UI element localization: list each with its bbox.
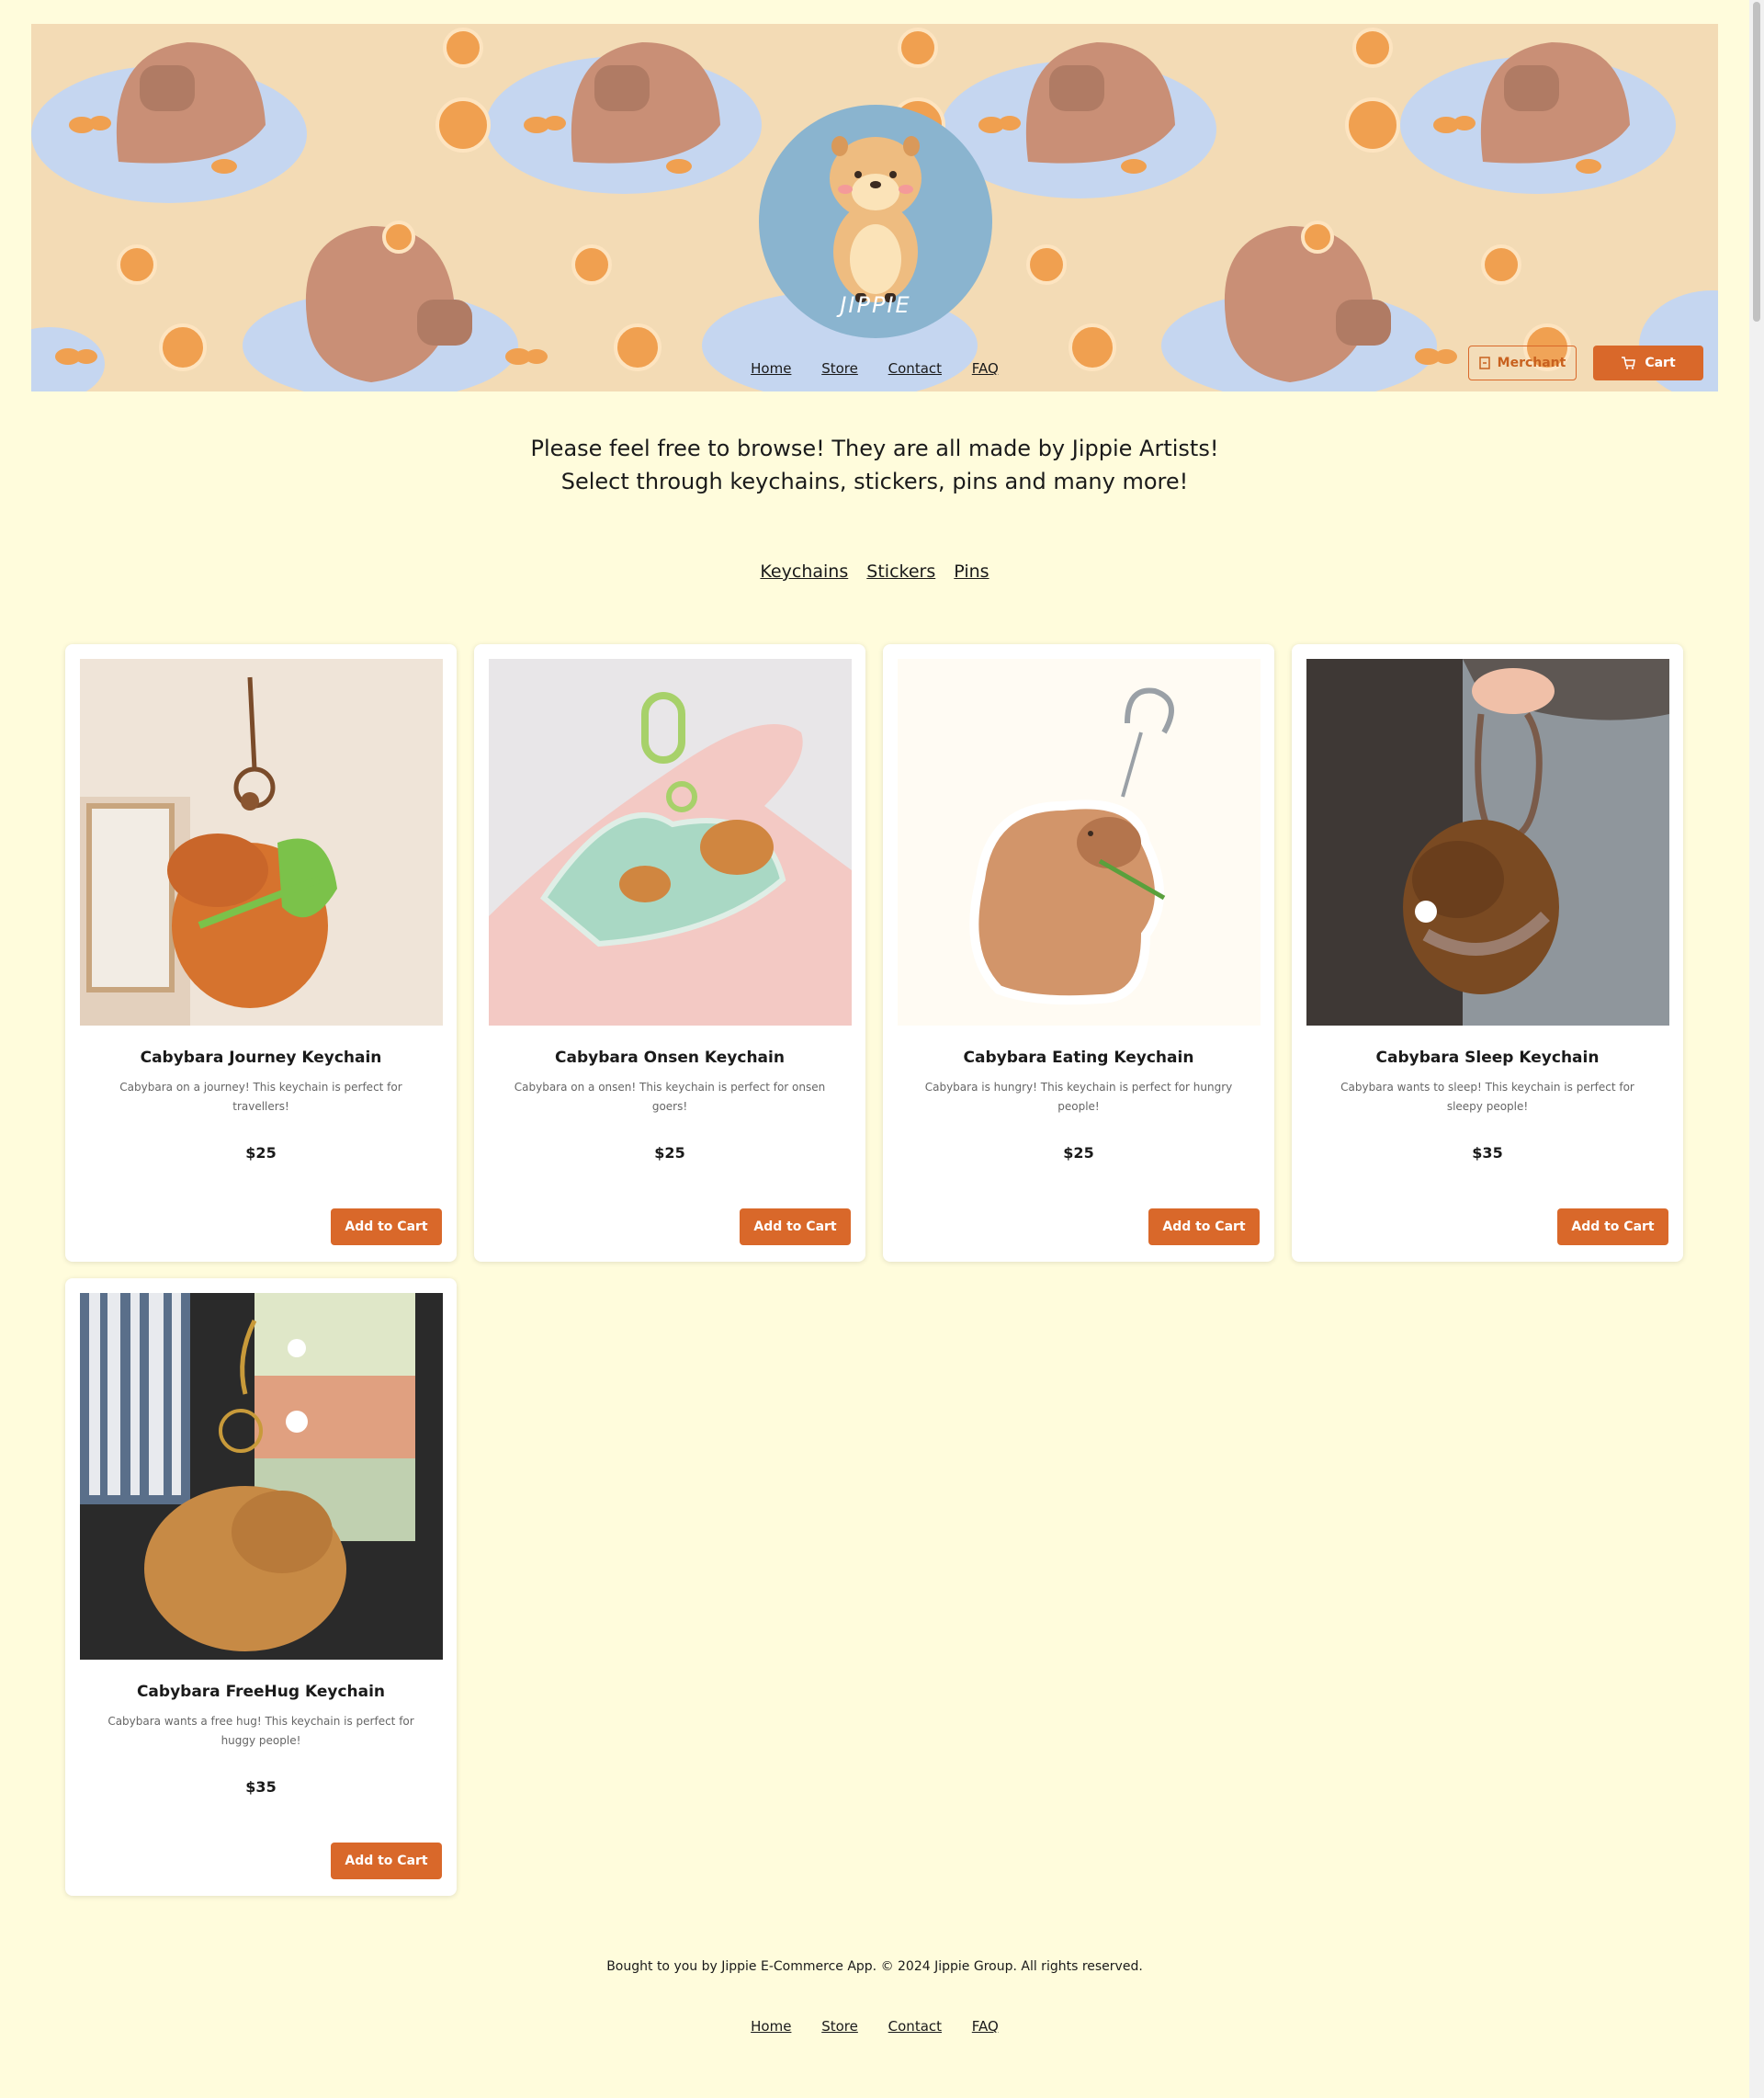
product-image[interactable] <box>80 1293 443 1660</box>
vertical-scrollbar[interactable] <box>1749 0 1764 2098</box>
add-to-cart-button[interactable]: Add to Cart <box>331 1843 442 1879</box>
add-to-cart-button[interactable]: Add to Cart <box>1148 1208 1260 1245</box>
category-nav: Keychains Stickers Pins <box>0 561 1749 582</box>
nav-home[interactable]: Home <box>751 360 791 377</box>
product-description: Cabybara wants a free hug! This keychain… <box>107 1715 414 1747</box>
product-card: Cabybara Eating Keychain Cabybara is hun… <box>883 644 1274 1262</box>
footer-contact[interactable]: Contact <box>888 2018 942 2035</box>
cart-label: Cart <box>1645 356 1676 370</box>
header-nav: Home Store Contact FAQ <box>31 360 1718 377</box>
logo-text: JIPPIE <box>840 292 911 318</box>
scrollbar-thumb[interactable] <box>1753 2 1760 322</box>
product-description: Cabybara wants to sleep! This keychain i… <box>1340 1081 1634 1113</box>
add-to-cart-button[interactable]: Add to Cart <box>740 1208 851 1245</box>
footer-nav: Home Store Contact FAQ <box>0 2018 1749 2035</box>
product-description: Cabybara on a onsen! This keychain is pe… <box>514 1081 826 1113</box>
cart-icon <box>1622 357 1636 369</box>
jippie-logo[interactable]: JIPPIE <box>759 105 992 338</box>
product-price: $35 <box>1472 1144 1503 1162</box>
nav-store[interactable]: Store <box>821 360 858 377</box>
footer-home[interactable]: Home <box>751 2018 791 2035</box>
product-name: Cabybara Journey Keychain <box>140 1049 382 1067</box>
page: JIPPIE Home Store Contact FAQ Merchant C… <box>0 0 1749 2098</box>
product-name: Cabybara Sleep Keychain <box>1375 1049 1600 1067</box>
door-icon <box>1478 357 1490 369</box>
cart-button[interactable]: Cart <box>1593 346 1703 380</box>
intro-line-2: Select through keychains, stickers, pins… <box>560 469 1189 494</box>
category-stickers[interactable]: Stickers <box>866 561 935 582</box>
product-description: Cabybara on a journey! This keychain is … <box>119 1081 402 1113</box>
footer-copyright: Bought to you by Jippie E-Commerce App. … <box>606 1959 1143 1974</box>
product-card: Cabybara FreeHug Keychain Cabybara wants… <box>65 1278 457 1896</box>
footer-faq[interactable]: FAQ <box>972 2018 999 2035</box>
product-name: Cabybara Onsen Keychain <box>555 1049 785 1067</box>
nav-contact[interactable]: Contact <box>888 360 942 377</box>
product-name: Cabybara Eating Keychain <box>963 1049 1194 1067</box>
product-description: Cabybara is hungry! This keychain is per… <box>924 1081 1233 1113</box>
product-card: Cabybara Sleep Keychain Cabybara wants t… <box>1292 644 1683 1262</box>
merchant-label: Merchant <box>1497 356 1566 370</box>
merchant-button[interactable]: Merchant <box>1468 346 1577 380</box>
add-to-cart-button[interactable]: Add to Cart <box>1557 1208 1668 1245</box>
product-card: Cabybara Onsen Keychain Cabybara on a on… <box>474 644 865 1262</box>
nav-faq[interactable]: FAQ <box>972 360 999 377</box>
product-price: $35 <box>245 1778 277 1796</box>
category-pins[interactable]: Pins <box>954 561 989 582</box>
product-card: Cabybara Journey Keychain Cabybara on a … <box>65 644 457 1262</box>
product-image[interactable] <box>1306 659 1669 1026</box>
product-price: $25 <box>654 1144 685 1162</box>
product-image[interactable] <box>898 659 1261 1026</box>
product-image[interactable] <box>80 659 443 1026</box>
footer-store[interactable]: Store <box>821 2018 858 2035</box>
product-image[interactable] <box>489 659 852 1026</box>
product-name: Cabybara FreeHug Keychain <box>136 1683 386 1701</box>
category-keychains[interactable]: Keychains <box>760 561 848 582</box>
product-price: $25 <box>245 1144 277 1162</box>
header-banner: JIPPIE Home Store Contact FAQ Merchant C… <box>31 24 1718 391</box>
intro-line-1: Please feel free to browse! They are all… <box>530 436 1219 461</box>
product-price: $25 <box>1063 1144 1094 1162</box>
intro-text: Please feel free to browse! They are all… <box>0 432 1749 498</box>
add-to-cart-button[interactable]: Add to Cart <box>331 1208 442 1245</box>
